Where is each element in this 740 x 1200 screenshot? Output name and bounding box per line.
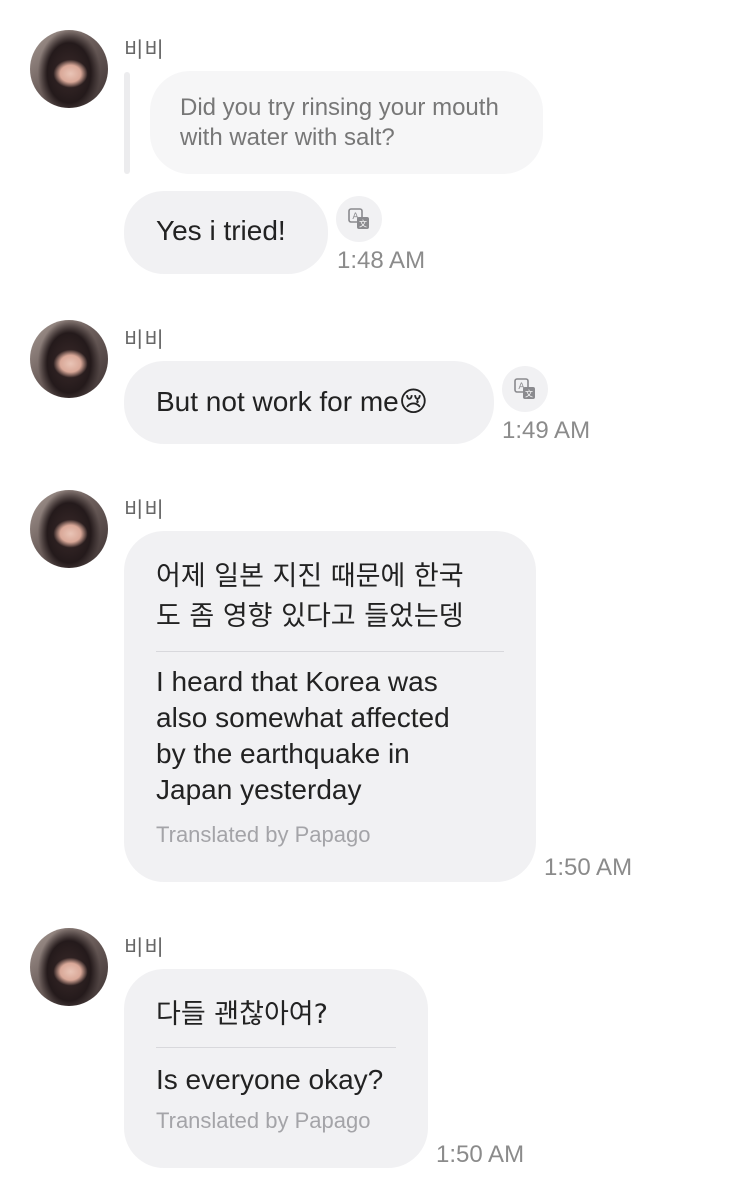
message-text: But not work for me bbox=[156, 386, 399, 417]
translation-divider bbox=[156, 651, 504, 652]
crying-emoji: 😢 bbox=[398, 386, 428, 417]
message-bubble[interactable]: But not work for me😢 bbox=[124, 361, 494, 444]
translated-message-bubble[interactable]: 어제 일본 지진 때문에 한국 도 좀 영향 있다고 들었는뎅 I heard … bbox=[124, 531, 536, 882]
translate-button[interactable]: A 文 bbox=[502, 366, 548, 412]
translated-by-label: Translated by Papago bbox=[156, 1108, 371, 1133]
message-timestamp: 1:48 AM bbox=[337, 247, 426, 274]
sender-name: 비비 bbox=[124, 498, 165, 522]
original-text-line: 다들 괜찮아여? bbox=[156, 999, 328, 1030]
message-timestamp: 1:49 AM bbox=[502, 417, 591, 444]
message-timestamp: 1:50 AM bbox=[436, 1141, 525, 1168]
translation-text-line: also somewhat affected bbox=[156, 702, 450, 733]
translate-icon: A 文 bbox=[514, 378, 535, 399]
translation-text-line: by the earthquake in bbox=[156, 738, 410, 769]
original-text-line: 도 좀 영향 있다고 들었는뎅 bbox=[156, 601, 464, 632]
sender-name: 비비 bbox=[124, 936, 165, 960]
translate-button[interactable]: A 文 bbox=[336, 196, 382, 242]
translated-by-label: Translated by Papago bbox=[156, 822, 371, 847]
message-timestamp: 1:50 AM bbox=[544, 854, 633, 881]
reply-quote-bubble[interactable]: Did you try rinsing your mouth with wate… bbox=[150, 71, 543, 174]
translated-message-bubble[interactable]: 다들 괜찮아여? Is everyone okay? Translated by… bbox=[124, 969, 428, 1168]
sender-name: 비비 bbox=[124, 328, 165, 352]
reply-quote-bar bbox=[124, 72, 130, 174]
translation-divider bbox=[156, 1047, 396, 1048]
translate-icon: A 文 bbox=[348, 208, 369, 229]
translation-text-line: Is everyone okay? bbox=[156, 1064, 384, 1095]
message-bubble[interactable]: Yes i tried! bbox=[124, 191, 328, 274]
svg-text:文: 文 bbox=[359, 219, 367, 229]
sender-name: 비비 bbox=[124, 38, 165, 62]
message-text: Yes i tried! bbox=[156, 215, 286, 246]
translation-text-line: I heard that Korea was bbox=[156, 666, 438, 697]
sender-avatar[interactable] bbox=[30, 30, 108, 108]
sender-avatar[interactable] bbox=[30, 928, 108, 1006]
translation-text-line: Japan yesterday bbox=[156, 774, 362, 805]
svg-text:文: 文 bbox=[525, 389, 533, 399]
original-text-line: 어제 일본 지진 때문에 한국 bbox=[156, 561, 464, 592]
sender-avatar[interactable] bbox=[30, 320, 108, 398]
sender-avatar[interactable] bbox=[30, 490, 108, 568]
